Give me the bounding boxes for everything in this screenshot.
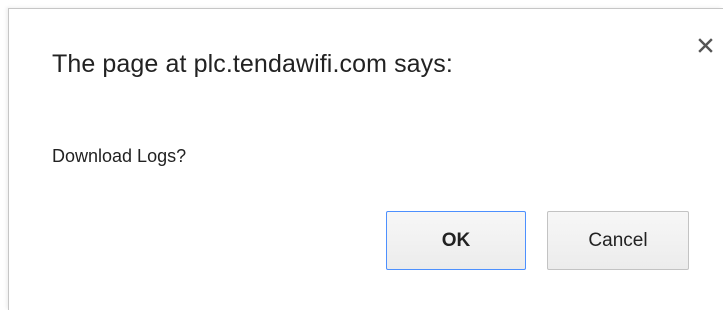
close-icon[interactable]: [694, 34, 718, 58]
dialog-message: Download Logs?: [52, 146, 187, 166]
ok-button[interactable]: OK: [386, 211, 526, 270]
alert-dialog: The page at plc.tendawifi.com says: Down…: [8, 8, 723, 310]
cancel-button[interactable]: Cancel: [547, 211, 689, 270]
dialog-title: The page at plc.tendawifi.com says:: [52, 50, 453, 78]
